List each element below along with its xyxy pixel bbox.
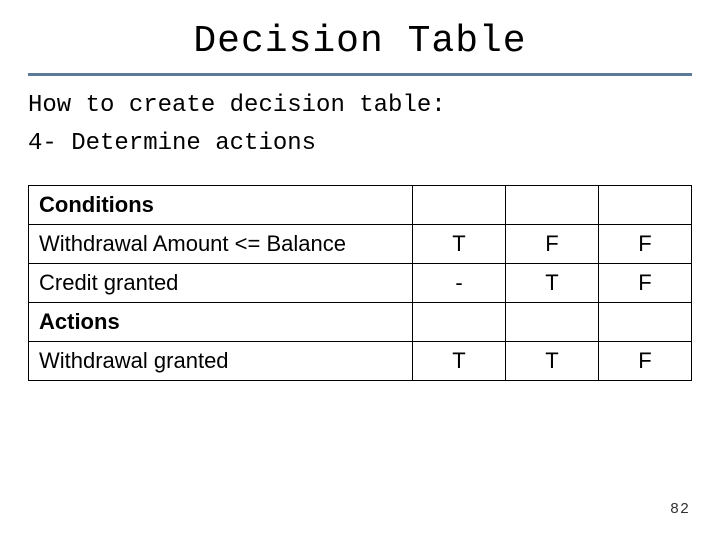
cell-value: F: [506, 224, 599, 263]
conditions-header: Conditions: [29, 185, 413, 224]
table-row: Actions: [29, 302, 692, 341]
table-row: Withdrawal Amount <= Balance T F F: [29, 224, 692, 263]
table-row: Credit granted - T F: [29, 263, 692, 302]
cell-value: T: [506, 341, 599, 380]
cell-value: F: [599, 341, 692, 380]
cell-blank: [506, 302, 599, 341]
cell-value: -: [413, 263, 506, 302]
cell-blank: [413, 185, 506, 224]
actions-header: Actions: [29, 302, 413, 341]
table-row: Withdrawal granted T T F: [29, 341, 692, 380]
cell-blank: [413, 302, 506, 341]
slide-title: Decision Table: [0, 0, 720, 63]
action-label: Withdrawal granted: [29, 341, 413, 380]
cell-value: F: [599, 263, 692, 302]
cell-blank: [599, 302, 692, 341]
table-row: Conditions: [29, 185, 692, 224]
subtitle-line-1: How to create decision table:: [28, 90, 692, 122]
cell-value: T: [413, 224, 506, 263]
divider: [28, 73, 692, 76]
page-number: 82: [670, 501, 690, 518]
condition-label: Credit granted: [29, 263, 413, 302]
cell-value: T: [413, 341, 506, 380]
condition-label: Withdrawal Amount <= Balance: [29, 224, 413, 263]
cell-blank: [599, 185, 692, 224]
cell-blank: [506, 185, 599, 224]
cell-value: F: [599, 224, 692, 263]
subtitle-line-2: 4- Determine actions: [28, 128, 692, 160]
decision-table: Conditions Withdrawal Amount <= Balance …: [28, 185, 692, 381]
cell-value: T: [506, 263, 599, 302]
